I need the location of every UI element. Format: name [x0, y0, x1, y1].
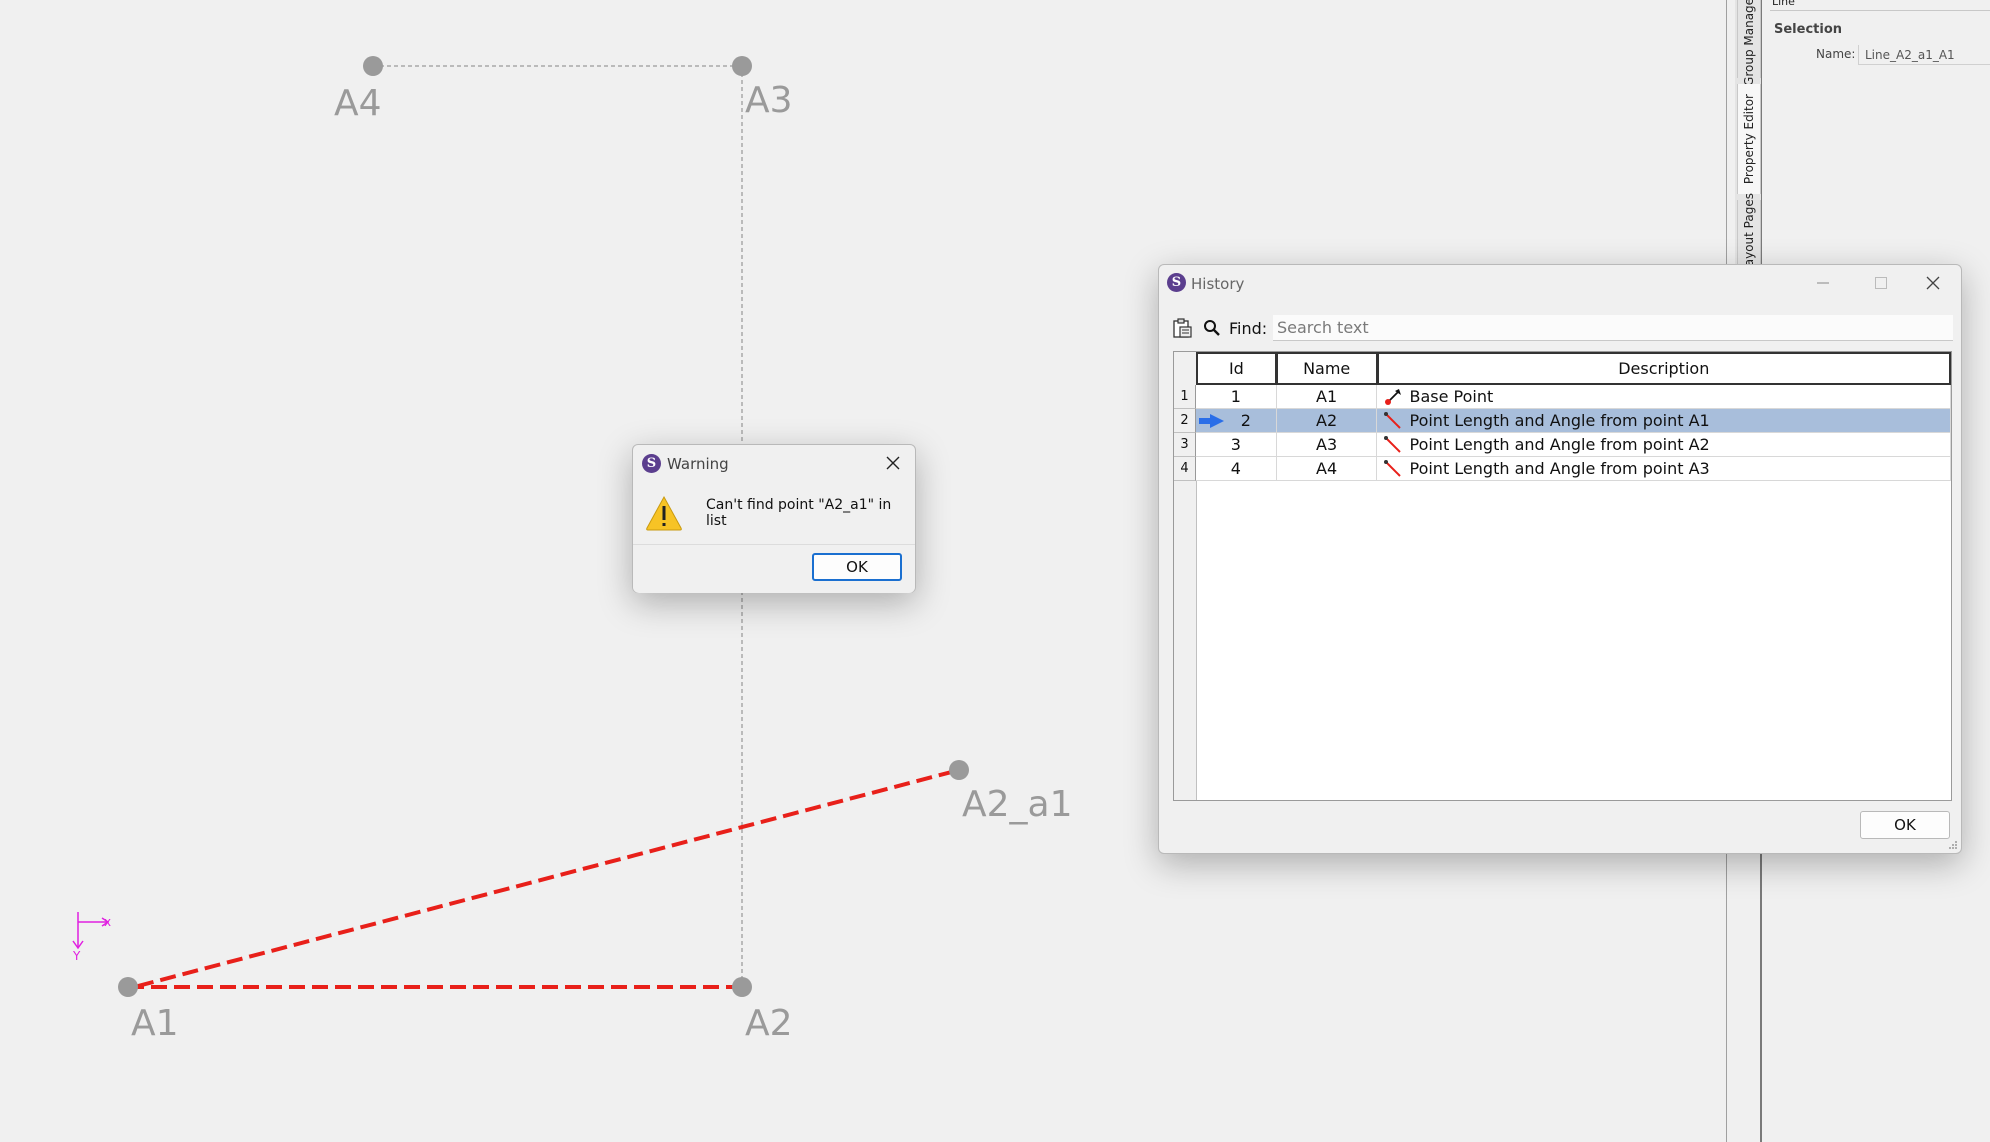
- description-text: Point Length and Angle from point A2: [1409, 435, 1710, 454]
- point-label-a4: A4: [334, 83, 382, 124]
- line-a1-a2-a1[interactable]: [137, 768, 960, 988]
- cell-id: 4: [1195, 457, 1277, 481]
- warning-ok-button[interactable]: OK: [812, 553, 902, 581]
- row-number: 3: [1174, 433, 1196, 457]
- row-number: 4: [1174, 457, 1196, 481]
- cell-id: 1: [1195, 385, 1277, 409]
- resize-grip-icon[interactable]: [1948, 840, 1958, 850]
- minimize-button[interactable]: [1801, 271, 1845, 295]
- cell-name: A4: [1276, 457, 1378, 481]
- cell-name: A3: [1276, 433, 1378, 457]
- column-header-description[interactable]: Description: [1377, 352, 1951, 385]
- close-icon: [1926, 276, 1940, 290]
- tab-layout-pages[interactable]: Layout Pages: [1737, 193, 1761, 273]
- point-a1[interactable]: [118, 977, 138, 997]
- history-titlebar[interactable]: S History: [1159, 265, 1961, 301]
- warning-title: Warning: [667, 455, 729, 473]
- row-number: 2: [1174, 409, 1196, 433]
- clipboard-icon[interactable]: [1171, 317, 1193, 339]
- warning-close-button[interactable]: [871, 451, 915, 475]
- point-label-a1: A1: [131, 1003, 179, 1044]
- cell-description: Base Point: [1377, 385, 1951, 409]
- svg-text:x: x: [104, 915, 111, 929]
- current-row-arrow-icon: [1198, 414, 1224, 428]
- tab-group-manager[interactable]: Group Manager: [1737, 0, 1761, 85]
- find-label: Find:: [1229, 319, 1268, 338]
- property-name-label: Name:: [1816, 47, 1856, 61]
- cell-id-text: 2: [1240, 411, 1251, 430]
- cell-id: 2: [1195, 409, 1277, 433]
- warning-message: Can't find point "A2_a1" in list: [706, 497, 892, 529]
- point-a4[interactable]: [363, 56, 383, 76]
- property-section-title: Selection: [1774, 22, 1843, 37]
- description-text: Point Length and Angle from point A3: [1409, 459, 1710, 478]
- tab-layout-pages-label: Layout Pages: [1742, 193, 1756, 273]
- search-input[interactable]: [1273, 315, 1953, 341]
- table-header: Id Name Description: [1196, 352, 1951, 385]
- cell-description: Point Length and Angle from point A2: [1377, 433, 1951, 457]
- table-row[interactable]: 1 1 A1 Base Point: [1174, 385, 1951, 409]
- minimize-icon: [1817, 282, 1829, 284]
- cell-name: A2: [1276, 409, 1378, 433]
- maximize-icon: [1875, 277, 1887, 289]
- svg-text:Y: Y: [72, 949, 81, 963]
- history-ok-button[interactable]: OK: [1860, 811, 1950, 839]
- description-text: Base Point: [1409, 387, 1494, 406]
- maximize-button[interactable]: [1859, 271, 1903, 295]
- tab-group-manager-label: Group Manager: [1742, 0, 1756, 86]
- cell-name: A1: [1276, 385, 1378, 409]
- table-row[interactable]: 3 3 A3 Point Length and Angle from point…: [1174, 433, 1951, 457]
- point-a2-a1[interactable]: [949, 760, 969, 780]
- line-tool-icon: [1384, 435, 1402, 453]
- column-header-name[interactable]: Name: [1276, 352, 1378, 385]
- tab-property-editor[interactable]: Property Editor: [1737, 84, 1761, 194]
- history-table: Id Name Description 1 1 A1 Base Point 2: [1173, 351, 1952, 801]
- property-group-label: Line: [1772, 0, 1795, 8]
- app-logo-icon: S: [1167, 273, 1186, 292]
- point-label-a2: A2: [745, 1003, 793, 1044]
- table-row[interactable]: 2 2 A2 Point Length and Angle from point…: [1174, 409, 1951, 433]
- description-text: Point Length and Angle from point A1: [1409, 411, 1710, 430]
- point-label-a3: A3: [745, 80, 793, 121]
- close-icon: [886, 456, 900, 470]
- column-header-id[interactable]: Id: [1196, 352, 1277, 385]
- history-close-button[interactable]: [1911, 271, 1955, 295]
- property-name-field[interactable]: Line_A2_a1_A1: [1858, 45, 1990, 65]
- line-tool-icon: [1384, 459, 1402, 477]
- tab-property-editor-label: Property Editor: [1742, 93, 1756, 185]
- base-point-icon: [1385, 388, 1402, 405]
- cell-description: Point Length and Angle from point A1: [1377, 409, 1951, 433]
- axis-indicator-icon: x Y: [72, 912, 111, 963]
- warning-triangle-icon: [646, 495, 682, 531]
- property-divider: [1770, 10, 1990, 11]
- search-icon: [1204, 320, 1220, 336]
- row-number: 1: [1174, 385, 1196, 409]
- warning-titlebar[interactable]: S Warning: [633, 445, 915, 481]
- point-label-a2-a1: A2_a1: [962, 784, 1073, 825]
- history-title: History: [1191, 275, 1245, 293]
- app-logo-icon: S: [642, 454, 661, 473]
- point-a2[interactable]: [732, 977, 752, 997]
- line-tool-icon: [1384, 411, 1402, 429]
- point-a3[interactable]: [732, 56, 752, 76]
- warning-dialog: S Warning Can't find point "A2_a1" in li…: [632, 444, 916, 593]
- cell-description: Point Length and Angle from point A3: [1377, 457, 1951, 481]
- history-window: S History Find: Id Name Description 1: [1158, 264, 1962, 854]
- cell-id: 3: [1195, 433, 1277, 457]
- table-row[interactable]: 4 4 A4 Point Length and Angle from point…: [1174, 457, 1951, 481]
